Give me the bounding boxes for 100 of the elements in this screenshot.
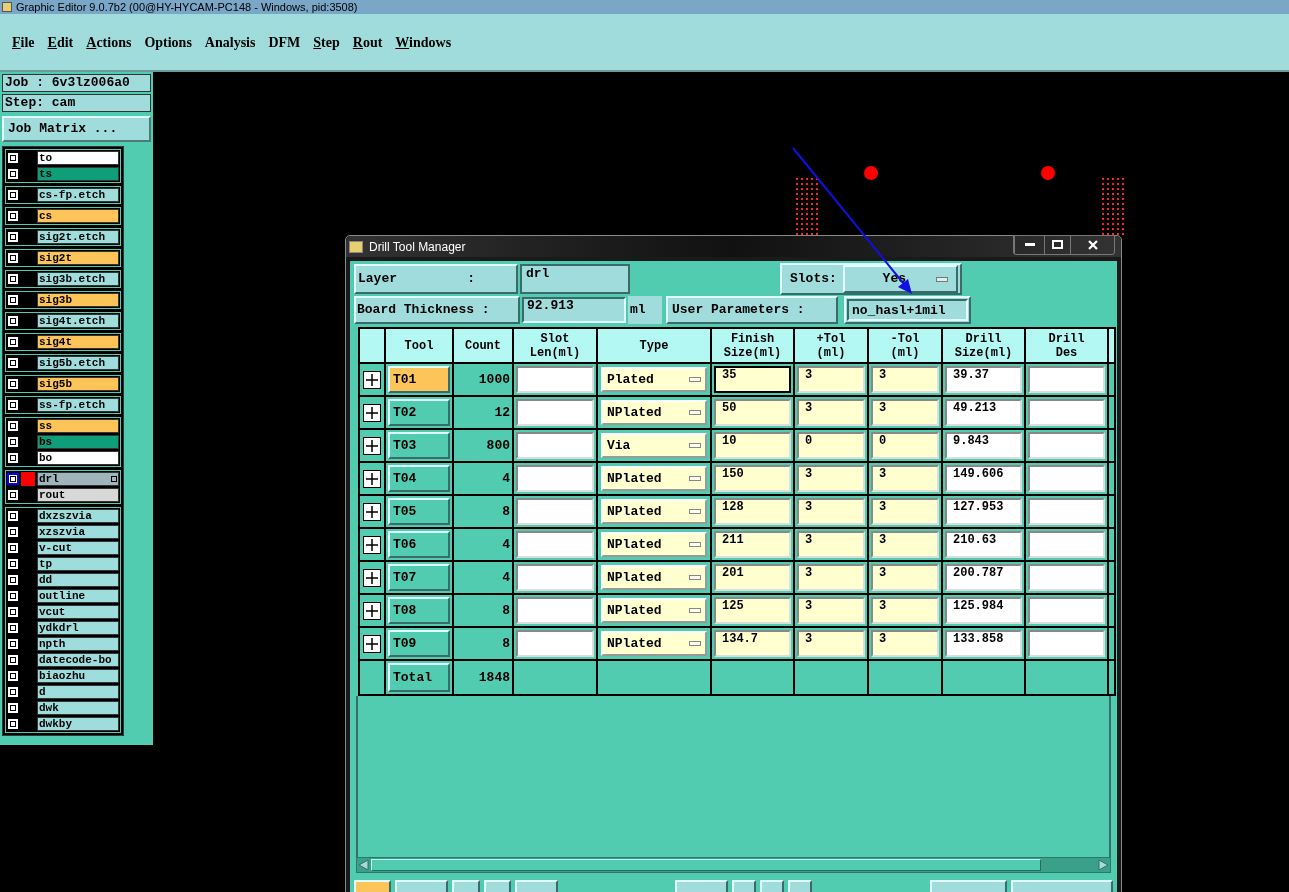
menu-item[interactable]: Windows <box>395 31 452 53</box>
layer-checkbox[interactable] <box>7 686 19 698</box>
finish-size-field[interactable]: 10 <box>714 432 791 459</box>
drill-size-field[interactable]: 200.787 <box>945 564 1022 591</box>
drill-description-field[interactable] <box>1028 432 1105 459</box>
plus-tolerance-field[interactable]: 3 <box>797 465 865 492</box>
layer-item[interactable]: sig3b <box>37 293 119 307</box>
finish-size-field[interactable]: 35 <box>714 366 791 393</box>
minus-tolerance-field[interactable]: 3 <box>871 630 939 657</box>
user-parameters-field[interactable]: no_hasl+1mil <box>847 299 968 321</box>
layer-checkbox[interactable] <box>7 452 19 464</box>
layer-checkbox[interactable] <box>7 590 19 602</box>
layer-checkbox[interactable] <box>7 510 19 522</box>
finish-size-field[interactable]: 201 <box>714 564 791 591</box>
type-dropdown[interactable]: NPlated <box>601 598 707 623</box>
drill-size-field[interactable]: 210.63 <box>945 531 1022 558</box>
slot-length-field[interactable] <box>516 366 594 393</box>
layer-item[interactable]: v-cut <box>37 541 119 555</box>
slot-length-field[interactable] <box>516 465 594 492</box>
minus-tolerance-field[interactable]: 3 <box>871 531 939 558</box>
layer-checkbox[interactable] <box>7 273 19 285</box>
layer-checkbox[interactable] <box>7 558 19 570</box>
drill-size-field[interactable]: 149.606 <box>945 465 1022 492</box>
plus-tolerance-field[interactable]: 3 <box>797 366 865 393</box>
minus-tolerance-field[interactable]: 3 <box>871 597 939 624</box>
layer-checkbox[interactable] <box>7 378 19 390</box>
layer-item[interactable]: sig2t.etch <box>37 230 119 244</box>
drill-size-field[interactable]: 127.953 <box>945 498 1022 525</box>
layer-item[interactable]: tp <box>37 557 119 571</box>
plus-tolerance-field[interactable]: 0 <box>797 432 865 459</box>
menu-item[interactable]: DFM <box>268 31 301 53</box>
layer-checkbox[interactable] <box>7 294 19 306</box>
expand-icon[interactable] <box>363 568 381 587</box>
slot-length-field[interactable] <box>516 630 594 657</box>
layer-checkbox[interactable] <box>7 670 19 682</box>
tool-button[interactable]: T04 <box>388 465 450 493</box>
user-parameters-button[interactable]: User Parameters : <box>666 296 838 324</box>
drill-size-field[interactable]: 49.213 <box>945 399 1022 426</box>
layer-item[interactable]: ts <box>37 167 119 181</box>
layer-item[interactable]: d <box>37 685 119 699</box>
layer-item[interactable]: dwk <box>37 701 119 715</box>
expand-icon[interactable] <box>363 370 381 389</box>
drill-description-field[interactable] <box>1028 366 1105 393</box>
job-matrix-button[interactable]: Job Matrix ... <box>2 116 151 142</box>
plus-tolerance-field[interactable]: 3 <box>797 597 865 624</box>
tool-button[interactable]: T06 <box>388 531 450 559</box>
tool-button[interactable]: T05 <box>388 498 450 526</box>
layer-checkbox[interactable] <box>7 210 19 222</box>
layer-item[interactable]: cs <box>37 209 119 223</box>
layer-item[interactable]: xzszvia <box>37 525 119 539</box>
layer-item[interactable]: sig5b.etch <box>37 356 119 370</box>
plus-tolerance-field[interactable]: 3 <box>797 498 865 525</box>
drill-description-field[interactable] <box>1028 498 1105 525</box>
minus-tolerance-field[interactable]: 0 <box>871 432 939 459</box>
layer-item[interactable]: npth <box>37 637 119 651</box>
drill-size-field[interactable]: 125.984 <box>945 597 1022 624</box>
layer-item[interactable]: cs-fp.etch <box>37 188 119 202</box>
layer-checkbox[interactable] <box>7 252 19 264</box>
drill-description-field[interactable] <box>1028 597 1105 624</box>
layer-item[interactable]: dd <box>37 573 119 587</box>
expand-icon[interactable] <box>363 469 381 488</box>
layer-item[interactable]: sig5b <box>37 377 119 391</box>
layer-item[interactable]: ydkdrl <box>37 621 119 635</box>
minus-tolerance-field[interactable]: 3 <box>871 564 939 591</box>
layer-checkbox[interactable] <box>7 638 19 650</box>
finish-size-field[interactable]: 211 <box>714 531 791 558</box>
menu-item[interactable]: Step <box>313 31 340 53</box>
layer-item[interactable]: to <box>37 151 119 165</box>
minus-tolerance-field[interactable]: 3 <box>871 366 939 393</box>
slot-length-field[interactable] <box>516 531 594 558</box>
plus-tolerance-field[interactable]: 3 <box>797 630 865 657</box>
tool-button[interactable]: T08 <box>388 597 450 625</box>
layer-checkbox[interactable] <box>7 542 19 554</box>
drill-size-field[interactable]: 39.37 <box>945 366 1022 393</box>
menu-item[interactable]: File <box>12 31 35 53</box>
slot-length-field[interactable] <box>516 432 594 459</box>
slot-length-field[interactable] <box>516 498 594 525</box>
drill-size-field[interactable]: 9.843 <box>945 432 1022 459</box>
layer-item[interactable]: sig2t <box>37 251 119 265</box>
expand-icon[interactable] <box>363 535 381 554</box>
slot-length-field[interactable] <box>516 399 594 426</box>
layer-checkbox[interactable] <box>7 152 19 164</box>
layer-checkbox[interactable] <box>7 420 19 432</box>
slot-length-field[interactable] <box>516 597 594 624</box>
type-dropdown[interactable]: Plated <box>601 367 707 392</box>
layer-item[interactable]: ss <box>37 419 119 433</box>
layer-checkbox[interactable] <box>7 436 19 448</box>
horizontal-scrollbar[interactable] <box>356 857 1111 873</box>
type-dropdown[interactable]: NPlated <box>601 400 707 425</box>
finish-size-field[interactable]: 128 <box>714 498 791 525</box>
layer-checkbox[interactable] <box>7 489 19 501</box>
type-dropdown[interactable]: Via <box>601 433 707 458</box>
tool-button[interactable]: T01 <box>388 366 450 394</box>
left-arrow-icon[interactable] <box>357 859 371 871</box>
layer-item[interactable]: dxzszvia <box>37 509 119 523</box>
expand-icon[interactable] <box>363 436 381 455</box>
tool-button[interactable]: T07 <box>388 564 450 592</box>
total-button[interactable]: Total <box>388 663 450 692</box>
minus-tolerance-field[interactable]: 3 <box>871 465 939 492</box>
layer-item[interactable]: vcut <box>37 605 119 619</box>
